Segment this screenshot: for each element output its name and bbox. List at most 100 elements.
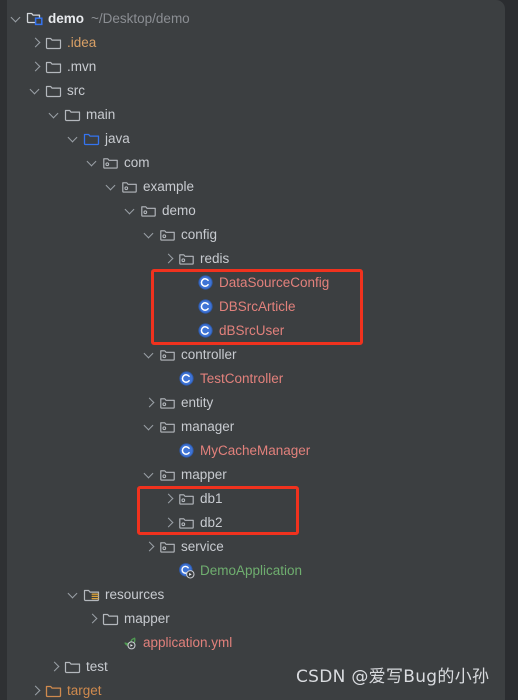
tree-row[interactable]: .mvn [0, 54, 505, 78]
tree-row-label: service [181, 538, 224, 554]
chevron-down-icon[interactable] [124, 204, 137, 217]
tree-row[interactable]: manager [0, 414, 505, 438]
package-icon [159, 418, 176, 435]
tree-row-label: controller [181, 346, 237, 362]
package-icon [159, 466, 176, 483]
tree-row-label: entity [181, 394, 214, 410]
chevron-down-icon[interactable] [143, 468, 156, 481]
tree-row[interactable]: demo [0, 198, 505, 222]
tree-row-label: db2 [200, 514, 223, 530]
tree-row-label: src [67, 82, 85, 98]
package-icon [159, 538, 176, 555]
chevron-right-icon[interactable] [48, 660, 61, 673]
chevron-right-icon[interactable] [143, 396, 156, 409]
chevron-down-icon[interactable] [86, 156, 99, 169]
tree-row[interactable]: DemoApplication [0, 558, 505, 582]
tree-row[interactable]: demo ~/Desktop/demo [0, 6, 505, 30]
tree-row[interactable]: controller [0, 342, 505, 366]
java-class-icon [197, 298, 214, 315]
chevron-right-icon[interactable] [86, 612, 99, 625]
tree-row[interactable]: DataSourceConfig [0, 270, 505, 294]
package-icon [159, 346, 176, 363]
package-icon [178, 250, 195, 267]
tree-row-label: demo [48, 10, 85, 26]
chevron-down-icon[interactable] [67, 132, 80, 145]
chevron-down-icon[interactable] [29, 84, 42, 97]
package-icon [121, 178, 138, 195]
package-icon [178, 490, 195, 507]
project-tool-window: demo ~/Desktop/demo .idea .mvn src main java co… [0, 0, 505, 700]
module-icon [26, 10, 43, 27]
tree-row[interactable]: db1 [0, 486, 505, 510]
package-icon [159, 226, 176, 243]
tree-row[interactable]: entity [0, 390, 505, 414]
tree-row[interactable]: com [0, 150, 505, 174]
tree-row[interactable]: mapper [0, 606, 505, 630]
no-chevron-spacer [162, 444, 175, 457]
spring-yml-run-icon [121, 634, 138, 651]
tree-row-label: example [143, 178, 195, 194]
tree-row[interactable]: dBSrcUser [0, 318, 505, 342]
java-class-icon [197, 274, 214, 291]
no-chevron-spacer [181, 300, 194, 313]
package-icon [102, 154, 119, 171]
chevron-down-icon[interactable] [143, 348, 156, 361]
no-chevron-spacer [162, 564, 175, 577]
chevron-right-icon[interactable] [29, 36, 42, 49]
tree-row[interactable]: service [0, 534, 505, 558]
tree-row-label: mapper [124, 610, 170, 626]
chevron-right-icon[interactable] [162, 516, 175, 529]
java-class-icon [178, 442, 195, 459]
tree-row[interactable]: redis [0, 246, 505, 270]
chevron-right-icon[interactable] [162, 252, 175, 265]
tree-row-label: com [124, 154, 150, 170]
package-icon [140, 202, 157, 219]
tree-row-label: MyCacheManager [200, 442, 311, 458]
tree-row[interactable]: java [0, 126, 505, 150]
tree-row[interactable]: DBSrcArticle [0, 294, 505, 318]
chevron-down-icon[interactable] [48, 108, 61, 121]
tree-row-label: .idea [67, 34, 97, 50]
resources-root-icon [83, 586, 100, 603]
tree-row-label: DataSourceConfig [219, 274, 330, 290]
tree-row-label: DBSrcArticle [219, 298, 296, 314]
tree-row-label: manager [181, 418, 235, 434]
chevron-down-icon[interactable] [143, 228, 156, 241]
chevron-right-icon[interactable] [29, 684, 42, 697]
package-icon [178, 514, 195, 531]
tree-row-label: db1 [200, 490, 223, 506]
chevron-down-icon[interactable] [143, 420, 156, 433]
tree-row[interactable]: resources [0, 582, 505, 606]
tree-row-label: dBSrcUser [219, 322, 285, 338]
tree-row-label: main [86, 106, 116, 122]
tree-row[interactable]: mapper [0, 462, 505, 486]
tree-row[interactable]: application.yml [0, 630, 505, 654]
tree-row[interactable]: db2 [0, 510, 505, 534]
folder-orange-icon [45, 682, 62, 699]
tree-row[interactable]: main [0, 102, 505, 126]
tree-row-label: resources [105, 586, 165, 602]
tree-row[interactable]: MyCacheManager [0, 438, 505, 462]
folder-icon [45, 82, 62, 99]
tree-row-label: test [86, 658, 108, 674]
chevron-down-icon[interactable] [10, 12, 23, 25]
folder-icon [64, 658, 81, 675]
chevron-down-icon[interactable] [105, 180, 118, 193]
tree-row[interactable]: src [0, 78, 505, 102]
chevron-right-icon[interactable] [162, 492, 175, 505]
tree-row-label: demo [162, 202, 196, 218]
chevron-down-icon[interactable] [67, 588, 80, 601]
tree-row-label: config [181, 226, 218, 242]
chevron-right-icon[interactable] [29, 60, 42, 73]
tree-row[interactable]: .idea [0, 30, 505, 54]
tree-row-label: .mvn [67, 58, 97, 74]
tree-row[interactable]: TestController [0, 366, 505, 390]
project-file-tree[interactable]: demo ~/Desktop/demo .idea .mvn src main java co… [0, 6, 505, 700]
tree-row[interactable]: config [0, 222, 505, 246]
tree-row-label: mapper [181, 466, 227, 482]
folder-icon [102, 610, 119, 627]
tree-row[interactable]: example [0, 174, 505, 198]
java-class-icon [178, 370, 195, 387]
chevron-right-icon[interactable] [143, 540, 156, 553]
tree-row-label: redis [200, 250, 230, 266]
